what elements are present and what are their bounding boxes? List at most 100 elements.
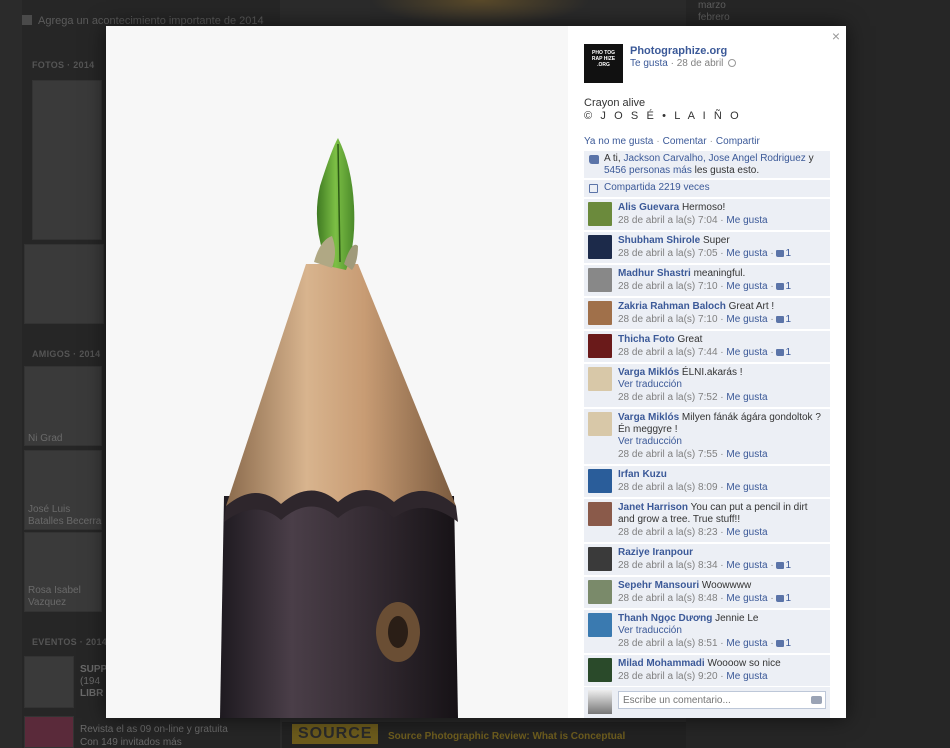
comment-like-link[interactable]: Me gusta [726, 671, 767, 682]
comment-like-count[interactable]: 1 [776, 638, 791, 649]
commenter-avatar[interactable] [588, 202, 612, 226]
page-avatar[interactable]: PHO TOG RAP HIZE .ORG [584, 44, 623, 83]
comment-like-link[interactable]: Me gusta [726, 248, 767, 259]
page-like-link[interactable]: Te gusta [630, 58, 668, 69]
comment-like-count[interactable]: 1 [776, 593, 791, 604]
unlike-link[interactable]: Ya no me gusta [584, 136, 653, 147]
comment-text: Super [703, 235, 730, 246]
comment-timestamp[interactable]: 28 de abril a la(s) 7:52 [618, 392, 718, 403]
comment-meta: 28 de abril a la(s) 7:44 · Me gusta · 1 [618, 347, 791, 358]
likes-more-link[interactable]: 5456 personas más [604, 165, 692, 176]
commenter-avatar[interactable] [588, 502, 612, 526]
commenter-avatar[interactable] [588, 367, 612, 391]
comment-like-count[interactable]: 1 [776, 248, 791, 259]
thumbs-up-icon [776, 349, 785, 356]
comment-timestamp[interactable]: 28 de abril a la(s) 7:55 [618, 449, 718, 460]
commenter-name[interactable]: Janet Harrison [618, 502, 688, 513]
commenter-avatar[interactable] [588, 658, 612, 682]
comment-like-link[interactable]: Me gusta [726, 314, 767, 325]
see-translation-link[interactable]: Ver traducción [618, 625, 827, 637]
photo-viewer[interactable] [106, 26, 568, 718]
page-name-link[interactable]: Photographize.org [630, 45, 727, 57]
comment-timestamp[interactable]: 28 de abril a la(s) 7:44 [618, 347, 718, 358]
shares-count[interactable]: Compartida 2219 veces [604, 182, 710, 193]
likes-names-link[interactable]: Jackson Carvalho, Jose Angel Rodriguez [623, 153, 805, 164]
comment-meta: 28 de abril a la(s) 8:09 · Me gusta [618, 482, 768, 493]
commenter-name[interactable]: Sepehr Mansouri [618, 580, 699, 591]
comment-meta: 28 de abril a la(s) 8:48 · Me gusta · 1 [618, 593, 791, 604]
comment-meta: 28 de abril a la(s) 7:55 · Me gusta [618, 449, 768, 460]
commenter-name[interactable]: Irfan Kuzu [618, 469, 667, 480]
see-translation-link[interactable]: Ver traducción [618, 436, 827, 448]
comment-like-count[interactable]: 1 [776, 560, 791, 571]
comment-text: Jennie Le [715, 613, 759, 624]
background-photo-thumb [32, 80, 102, 240]
comment-item: Alis Guevara Hermoso! 28 de abril a la(s)… [584, 199, 830, 230]
comment-like-count[interactable]: 1 [776, 281, 791, 292]
comment-like-count[interactable]: 1 [776, 347, 791, 358]
commenter-avatar[interactable] [588, 580, 612, 604]
comment-like-link[interactable]: Me gusta [726, 281, 767, 292]
see-translation-link[interactable]: Ver traducción [618, 379, 827, 391]
post-date[interactable]: 28 de abril [677, 58, 724, 69]
comment-body: Thicha Foto Great [618, 334, 827, 346]
comment-like-link[interactable]: Me gusta [726, 215, 767, 226]
commenter-avatar[interactable] [588, 301, 612, 325]
comment-like-link[interactable]: Me gusta [726, 638, 767, 649]
comment-like-link[interactable]: Me gusta [726, 527, 767, 538]
commenter-name[interactable]: Alis Guevara [618, 202, 679, 213]
camera-icon[interactable] [811, 696, 822, 704]
commenter-name[interactable]: Thicha Foto [618, 334, 675, 345]
commenter-name[interactable]: Varga Miklós [618, 367, 679, 378]
comment-like-link[interactable]: Me gusta [726, 560, 767, 571]
commenter-name[interactable]: Milad Mohammadi [618, 658, 705, 669]
background-source-badge: SOURCE [292, 724, 379, 744]
comment-like-link[interactable]: Me gusta [726, 593, 767, 604]
commenter-name[interactable]: Thanh Ngọc Dương [618, 613, 712, 624]
comment-meta: 28 de abril a la(s) 7:04 · Me gusta [618, 215, 768, 226]
shares-summary[interactable]: Compartida 2219 veces [584, 180, 830, 197]
commenter-avatar[interactable] [588, 412, 612, 436]
comment-timestamp[interactable]: 28 de abril a la(s) 9:20 [618, 671, 718, 682]
background-section-photos: FOTOS · 2014 [32, 60, 95, 70]
comment-like-link[interactable]: Me gusta [726, 482, 767, 493]
comment-like-link[interactable]: Me gusta [726, 449, 767, 460]
comment-like-link[interactable]: Me gusta [726, 392, 767, 403]
comment-input[interactable] [618, 691, 826, 709]
background-friend-name: Rosa Isabel Vazquez [28, 585, 81, 608]
commenter-name[interactable]: Zakria Rahman Baloch [618, 301, 726, 312]
comment-like-number: 1 [785, 248, 791, 259]
comment-like-count[interactable]: 1 [776, 314, 791, 325]
comment-timestamp[interactable]: 28 de abril a la(s) 7:04 [618, 215, 718, 226]
commenter-avatar[interactable] [588, 547, 612, 571]
commenter-avatar[interactable] [588, 235, 612, 259]
background-source-text: Source Photographic Review: What is Conc… [388, 731, 626, 742]
comment-timestamp[interactable]: 28 de abril a la(s) 8:34 [618, 560, 718, 571]
commenter-avatar[interactable] [588, 268, 612, 292]
commenter-name[interactable]: Shubham Shirole [618, 235, 700, 246]
comments-list[interactable]: Alis Guevara Hermoso! 28 de abril a la(s)… [584, 199, 830, 687]
comment-timestamp[interactable]: 28 de abril a la(s) 8:48 [618, 593, 718, 604]
comment-timestamp[interactable]: 28 de abril a la(s) 7:10 [618, 314, 718, 325]
commenter-name[interactable]: Raziye Iranpour [618, 547, 693, 558]
commenter-avatar[interactable] [588, 469, 612, 493]
comment-text: Great [677, 334, 703, 345]
comment-timestamp[interactable]: 28 de abril a la(s) 7:10 [618, 281, 718, 292]
share-link[interactable]: Compartir [716, 136, 760, 147]
background-event-thumb [24, 716, 74, 748]
likes-summary: A ti, Jackson Carvalho, Jose Angel Rodri… [584, 151, 830, 178]
background-section-friends: AMIGOS · 2014 [32, 349, 101, 359]
comment-timestamp[interactable]: 28 de abril a la(s) 8:23 [618, 527, 718, 538]
comment-body: Sepehr Mansouri Woowwww [618, 580, 827, 592]
commenter-avatar[interactable] [588, 334, 612, 358]
comment-timestamp[interactable]: 28 de abril a la(s) 8:09 [618, 482, 718, 493]
comment-meta: 28 de abril a la(s) 9:20 · Me gusta [618, 671, 768, 682]
commenter-name[interactable]: Madhur Shastri [618, 268, 691, 279]
close-icon[interactable]: × [832, 28, 840, 44]
commenter-avatar[interactable] [588, 613, 612, 637]
commenter-name[interactable]: Varga Miklós [618, 412, 679, 423]
comment-like-link[interactable]: Me gusta [726, 347, 767, 358]
comment-timestamp[interactable]: 28 de abril a la(s) 7:05 [618, 248, 718, 259]
comment-timestamp[interactable]: 28 de abril a la(s) 8:51 [618, 638, 718, 649]
comment-link[interactable]: Comentar [663, 136, 707, 147]
